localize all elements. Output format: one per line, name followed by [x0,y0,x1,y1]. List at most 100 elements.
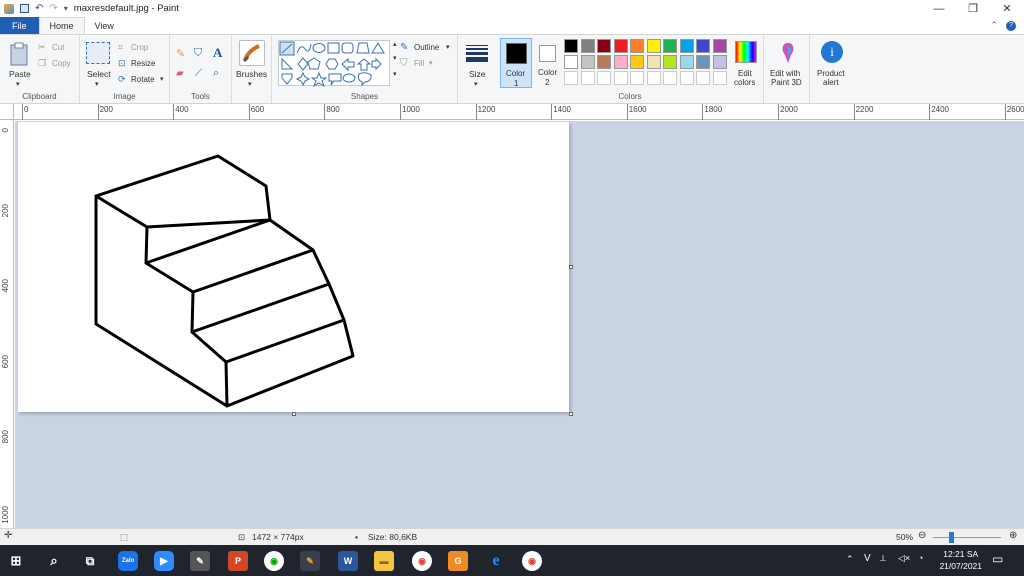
edit-colors-icon[interactable] [735,41,757,63]
internet-explorer-icon[interactable]: e [486,551,506,571]
brushes-dropdown-icon[interactable]: ▾ [248,80,252,88]
foxit-reader-icon[interactable]: G [448,551,468,571]
resize-button[interactable]: Resize [131,59,155,68]
palette-swatch[interactable] [597,55,611,69]
text-tool-icon[interactable]: A [213,45,222,61]
windows-start-icon[interactable]: ⊞ [6,551,26,571]
edit-colors-label-b[interactable]: colors [734,78,755,87]
palette-swatch[interactable] [663,55,677,69]
show-hidden-icons-icon[interactable]: ⌃ [846,554,854,565]
palette-swatch-empty[interactable] [597,71,611,85]
palette-swatch[interactable] [630,39,644,53]
palette-swatch[interactable] [646,55,661,69]
palette-swatch[interactable] [696,55,710,69]
file-explorer-icon[interactable]: ▬ [374,551,394,571]
select-icon[interactable] [86,42,110,64]
powerpoint-icon[interactable]: P [228,551,248,571]
save-icon[interactable] [20,4,29,13]
palette-swatch[interactable] [630,55,644,69]
search-icon[interactable]: ⌕ [44,551,64,571]
canvas-resize-handle-corner[interactable] [569,412,573,416]
paint3d-label-b[interactable]: Paint 3D [771,78,802,87]
volume-muted-icon[interactable]: ◁× [898,553,910,564]
size-dropdown-icon[interactable]: ▾ [474,80,478,88]
palette-swatch-empty[interactable] [580,71,595,85]
maximize-button[interactable]: ❐ [956,0,990,17]
minimize-button[interactable]: — [922,0,956,17]
palette-swatch[interactable] [679,55,694,69]
fill-dropdown-icon[interactable]: ▾ [429,59,433,67]
zoom-in-button[interactable]: ⊕ [1009,530,1017,541]
close-button[interactable]: ✕ [990,0,1024,17]
rotate-button[interactable]: Rotate [131,75,155,84]
palette-swatch-empty[interactable] [679,71,694,85]
palette-swatch-empty[interactable] [564,71,578,85]
palette-swatch-empty[interactable] [630,71,644,85]
chrome-profile-icon[interactable]: ◉ [522,551,542,571]
shapes-more-icon[interactable]: ▾ [393,70,397,78]
product-alert-label-b[interactable]: alert [823,78,839,87]
customize-toolbar-icon[interactable]: ▾ [64,4,68,13]
canvas-resize-handle-bottom[interactable] [292,412,296,416]
palette-swatch[interactable] [712,55,727,69]
paint3d-icon[interactable] [779,42,797,64]
palette-swatch-empty[interactable] [712,71,727,85]
zoom-slider[interactable] [933,537,1001,538]
redo-icon[interactable]: ↷ [49,3,57,14]
wifi-icon[interactable]: ◔ [918,553,923,563]
select-button[interactable]: Select [87,69,111,79]
select-dropdown-icon[interactable]: ▾ [95,80,99,88]
drawing-canvas[interactable] [18,122,569,412]
pencil-icon[interactable]: ✎ [176,47,185,60]
palette-swatch[interactable] [597,39,611,53]
collapse-ribbon-icon[interactable]: ⌃ [990,20,998,31]
outline-button[interactable]: Outline [414,43,439,52]
paste-dropdown-icon[interactable]: ▾ [16,80,20,88]
eraser-icon[interactable]: ▰ [176,68,184,79]
brushes-button[interactable]: Brushes [236,69,267,79]
paste-button[interactable]: Paste [9,69,31,79]
color2-button[interactable]: Color 2 [534,38,564,88]
zoom-slider-thumb[interactable] [949,532,954,543]
edit-colors-label-a[interactable]: Edit [738,69,752,78]
palette-swatch[interactable] [712,39,727,53]
palette-swatch[interactable] [580,39,595,53]
network-icon[interactable]: ⟂ [880,553,886,564]
notifications-icon[interactable]: ▭ [992,552,1003,566]
crop-button[interactable]: Crop [131,43,148,52]
zoom-app-icon[interactable]: ▶ [154,551,174,571]
line-size-icon[interactable] [465,42,489,64]
palette-swatch[interactable] [646,39,661,53]
palette-swatch[interactable] [679,39,694,53]
copy-button[interactable]: Copy [52,59,71,68]
help-icon[interactable]: ? [1006,20,1016,31]
paste-icon[interactable] [8,41,30,67]
palette-swatch-empty[interactable] [613,71,628,85]
paint-taskbar-icon[interactable]: ✎ [300,551,320,571]
product-alert-label-a[interactable]: Product [817,69,845,78]
tab-file[interactable]: File [0,17,39,34]
palette-swatch[interactable] [696,39,710,53]
tab-home[interactable]: Home [38,17,85,34]
zoom-out-button[interactable]: ⊖ [918,530,926,541]
palette-swatch-empty[interactable] [646,71,661,85]
palette-swatch-empty[interactable] [663,71,677,85]
color1-button[interactable]: Color 1 [500,38,532,88]
shapes-gallery[interactable] [278,40,390,87]
palette-swatch[interactable] [613,55,628,69]
outline-dropdown-icon[interactable]: ▾ [446,43,450,51]
brush-icon[interactable] [239,40,265,66]
palette-swatch[interactable] [564,39,578,53]
canvas-resize-handle-right[interactable] [569,265,573,269]
color-picker-icon[interactable]: ⟋ [195,68,202,79]
tab-view[interactable]: View [85,17,124,34]
palette-swatch-empty[interactable] [696,71,710,85]
chrome-icon[interactable]: ◉ [412,551,432,571]
chrome-canary-icon[interactable]: ◉ [264,551,284,571]
task-view-icon[interactable]: ⧉ [80,551,100,571]
system-clock[interactable]: 12:21 SA 21/07/2021 [939,548,982,572]
paint3d-label-a[interactable]: Edit with [770,69,800,78]
palette-swatch[interactable] [613,39,628,53]
size-button[interactable]: Size [469,69,486,79]
unikey-icon[interactable]: ✎ [190,551,210,571]
